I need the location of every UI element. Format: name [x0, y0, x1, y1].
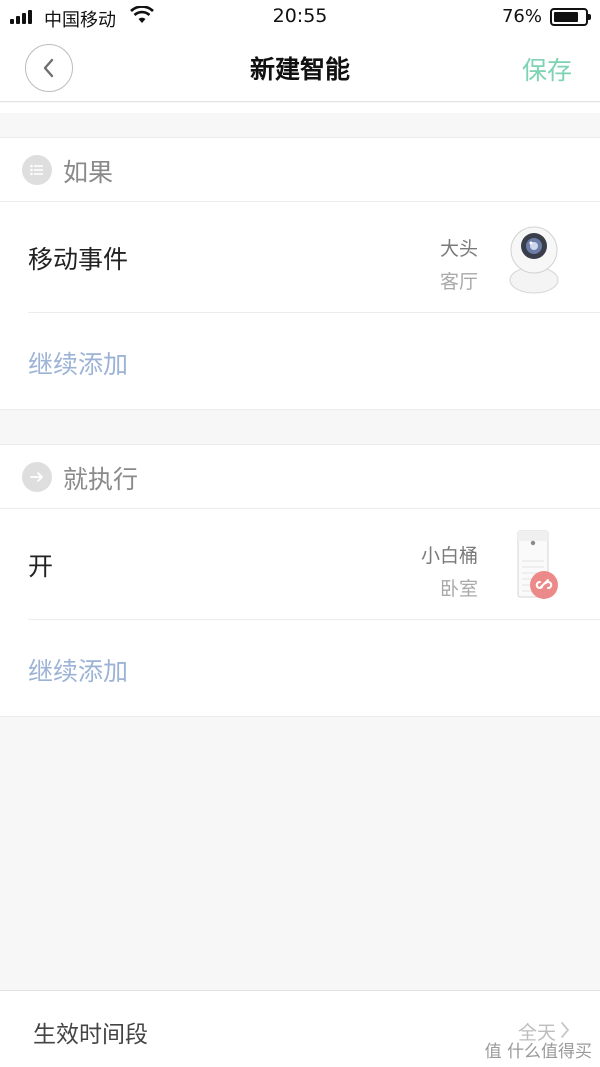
- list-icon: [22, 155, 52, 185]
- nav-bar: 新建智能 保存: [0, 34, 600, 102]
- add-condition-label: 继续添加: [28, 350, 129, 379]
- then-section-title: 就执行: [63, 465, 139, 494]
- camera-icon: [509, 226, 559, 294]
- if-section-header: 如果: [0, 138, 600, 202]
- watermark: 值 什么值得买: [485, 1037, 592, 1062]
- page-title: 新建智能: [249, 55, 350, 84]
- device-name: 大头: [439, 238, 478, 260]
- battery-percent: 76%: [501, 6, 542, 27]
- battery-icon: [550, 8, 591, 26]
- device-name: 小白桶: [420, 545, 478, 567]
- add-action-button[interactable]: 继续添加: [28, 620, 600, 716]
- condition-row[interactable]: 移动事件 大头 客厅: [28, 202, 600, 313]
- watermark-text: 值 什么值得买: [484, 1042, 592, 1062]
- save-button[interactable]: 保存: [522, 51, 572, 87]
- then-section-header: 就执行: [0, 445, 600, 509]
- device-room: 卧室: [439, 578, 478, 600]
- effective-period-row[interactable]: 生效时间段 全天 值 什么值得买: [0, 990, 600, 1067]
- action-title: 开: [28, 552, 54, 581]
- if-section-title: 如果: [63, 158, 114, 187]
- arrow-right-icon: [22, 462, 52, 492]
- air-purifier-icon: [517, 530, 558, 599]
- effective-period-label: 生效时间段: [33, 1022, 148, 1048]
- action-row[interactable]: 开 小白桶 卧室: [28, 509, 600, 620]
- status-bar: 中国移动 20:55 76%: [0, 0, 600, 34]
- spacer: [0, 103, 600, 113]
- if-section: 如果 移动事件 大头 客厅 继续添加: [0, 137, 600, 410]
- add-action-label: 继续添加: [28, 657, 129, 686]
- device-room: 客厅: [439, 271, 478, 293]
- then-section: 就执行 开 小白桶 卧室 继续添加: [0, 444, 600, 717]
- add-condition-button[interactable]: 继续添加: [28, 313, 600, 409]
- condition-title: 移动事件: [28, 245, 129, 274]
